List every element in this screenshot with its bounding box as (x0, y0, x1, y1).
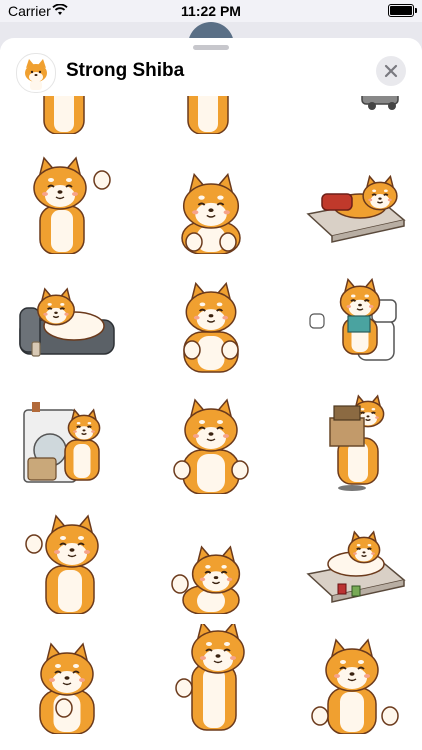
shiba-sticker-image (19, 287, 115, 357)
close-icon (384, 64, 398, 78)
sheet-header: Strong Shiba (0, 50, 422, 96)
sticker-thinking[interactable] (12, 624, 122, 734)
sticker-laundry-machine[interactable] (12, 384, 122, 494)
shiba-sticker-image (39, 642, 95, 734)
shiba-sticker-image (311, 638, 399, 734)
sticker-grid (0, 76, 422, 750)
sticker-thumbs-up[interactable] (156, 624, 266, 734)
shiba-sticker-image (306, 530, 406, 603)
shiba-sticker-image (23, 402, 101, 483)
clock: 11:22 PM (181, 3, 241, 19)
sticker-peeking[interactable] (156, 144, 266, 254)
shiba-sticker-image (25, 514, 99, 614)
shiba-sticker-image (175, 624, 245, 731)
sticker-fists-up[interactable] (156, 384, 266, 494)
battery-icon (388, 4, 417, 17)
shiba-sticker-image (309, 277, 397, 361)
sticker-sheet: Strong Shiba (0, 38, 422, 750)
sticker-pointing[interactable] (300, 624, 410, 734)
sticker-lying-on-sofa[interactable] (12, 264, 122, 374)
sticker-sleeping-on-mat[interactable] (300, 144, 410, 254)
shiba-sticker-image (171, 545, 241, 614)
shiba-sticker-image (183, 281, 239, 373)
close-button[interactable] (376, 56, 406, 86)
sticker-lying-on-mat[interactable] (300, 504, 410, 614)
sticker-toilet-reading[interactable] (300, 264, 410, 374)
shiba-app-icon (16, 53, 56, 93)
shiba-sticker-image (181, 172, 241, 254)
shiba-sticker-image (306, 174, 406, 243)
page-title: Strong Shiba (66, 60, 185, 81)
sticker-waving-smile[interactable] (12, 504, 122, 614)
sticker-carrying-boxes[interactable] (300, 384, 410, 494)
shiba-sticker-image (173, 398, 249, 494)
sticker-waving[interactable] (12, 144, 122, 254)
sticker-sitting[interactable] (156, 264, 266, 374)
shiba-sticker-image (329, 394, 385, 491)
shiba-sticker-image (33, 156, 111, 254)
sticker-peek-waving[interactable] (156, 504, 266, 614)
